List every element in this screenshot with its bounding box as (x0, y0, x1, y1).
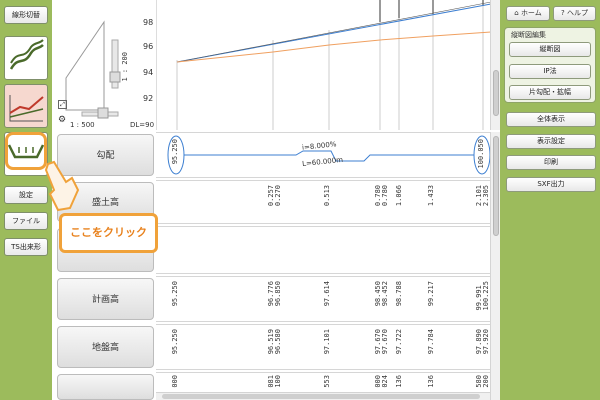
line-switch-button[interactable]: 線形切替 (4, 6, 48, 24)
callout-click-here: ここをクリック (59, 213, 158, 253)
gear-icon[interactable]: ⚙ (58, 116, 67, 125)
display-settings-button[interactable]: 表示設定 (506, 134, 596, 149)
horizontal-scale: 1 : 500 (70, 121, 95, 129)
row-label-plan-height[interactable]: 計画高 (57, 278, 154, 320)
cell-value: 0.257 0.270 (267, 185, 282, 207)
sxf-output-button[interactable]: SXF出力 (506, 177, 596, 192)
cell-value: 081 100 (267, 375, 282, 388)
cell-value: 553 (323, 375, 331, 388)
cell-value: 1.433 (427, 185, 435, 207)
cell-value: 0.780 0.780 (374, 185, 389, 207)
empty-row (156, 226, 490, 274)
alignment-view-button[interactable] (4, 36, 48, 80)
plan-view: ⤢ ⚙ 1 : 200 1 : 500 DL=90 (52, 0, 156, 130)
distance-row: 000 081 100 553 000 024 136 136 580 200 (156, 372, 490, 392)
cell-value: 98.788 (395, 281, 403, 307)
gradient-start: 95.250 (171, 139, 179, 165)
superelevation-button[interactable]: 片勾配・拡幅 (509, 85, 591, 100)
profile-view-button[interactable] (4, 84, 48, 128)
cell-value: 95.250 (171, 281, 179, 307)
home-icon: ⌂ (514, 9, 519, 17)
help-label: ヘルプ (566, 9, 588, 17)
horizontal-scrollbar[interactable] (156, 392, 490, 400)
profile-graph (176, 0, 492, 130)
show-all-button[interactable]: 全体表示 (506, 112, 596, 127)
elevation-label: 94 (143, 68, 154, 77)
profile-scrollbar[interactable] (490, 0, 500, 130)
cell-value: 98.450 98.452 (374, 281, 389, 307)
ip-method-button[interactable]: IP法 (509, 64, 591, 79)
cell-value: 96.776 96.850 (267, 281, 282, 307)
profile-button[interactable]: 縦断図 (509, 42, 591, 57)
plan-height-row: 95.250 96.776 96.850 97.614 98.450 98.45… (156, 276, 490, 322)
row-label-distance[interactable] (57, 374, 154, 400)
elevation-label: 96 (143, 42, 154, 51)
hand-pointer-icon (44, 160, 80, 212)
row-label-ground-height[interactable]: 地盤高 (57, 326, 154, 368)
cell-value: 97.101 (323, 329, 331, 355)
ground-line (176, 31, 492, 63)
cell-value: 96.519 96.580 (267, 329, 282, 355)
cell-value: 99.217 (427, 281, 435, 307)
cell-value: 0.513 (323, 185, 331, 207)
cell-value: 000 (171, 375, 179, 388)
scroll-thumb[interactable] (162, 394, 480, 399)
home-label: ホーム (520, 9, 542, 17)
home-button[interactable]: ⌂ ホーム (506, 6, 550, 21)
cell-value: 000 024 (374, 375, 389, 388)
print-button[interactable]: 印刷 (506, 155, 596, 170)
ts-button[interactable]: TS出来形 (4, 238, 48, 256)
plan-diagram (65, 20, 121, 119)
cell-value: 1.066 (395, 185, 403, 207)
elevation-label: 92 (143, 94, 154, 103)
elevation-label: 98 (143, 18, 154, 27)
alignment-icon (9, 39, 44, 70)
cell-value: 97.722 (395, 329, 403, 355)
cell-value: 99.991 100.225 (475, 281, 490, 311)
gradient-row: 95.250 100.050 i=8.000% L=60.000m (156, 132, 491, 178)
cell-value: 136 (395, 375, 403, 388)
gradient-diagram (167, 135, 491, 175)
profile-chart-icon (9, 95, 44, 122)
scroll-thumb[interactable] (493, 70, 499, 116)
help-button[interactable]: ? ヘルプ (553, 6, 596, 21)
cell-value: 136 (427, 375, 435, 388)
scroll-thumb[interactable] (493, 136, 499, 236)
cell-value: 95.250 (171, 329, 179, 355)
table-scrollbar[interactable] (490, 132, 500, 400)
profile-view: 98 96 94 92 (143, 0, 492, 130)
cell-value: 580 200 (475, 375, 490, 388)
cell-value: 97.784 (427, 329, 435, 355)
gradient-end: 100.050 (477, 139, 485, 169)
cell-value: 97.890 97.920 (475, 329, 490, 355)
help-icon: ? (561, 9, 565, 17)
datum-level: DL=90 (130, 121, 155, 129)
cell-value: 97.614 (323, 281, 331, 307)
cut-fill-row: 0.257 0.270 0.513 0.780 0.780 1.066 1.43… (156, 180, 490, 224)
ground-height-row: 95.250 96.519 96.580 97.101 97.670 97.67… (156, 324, 490, 370)
vertical-scale: 1 : 200 (121, 52, 129, 82)
zoom-fit-icon[interactable]: ⤢ (58, 100, 67, 109)
cell-value: 97.670 97.670 (374, 329, 389, 355)
cell-value: 2.101 2.305 (475, 185, 490, 207)
edit-group-title: 縦断図編集 (511, 31, 546, 39)
